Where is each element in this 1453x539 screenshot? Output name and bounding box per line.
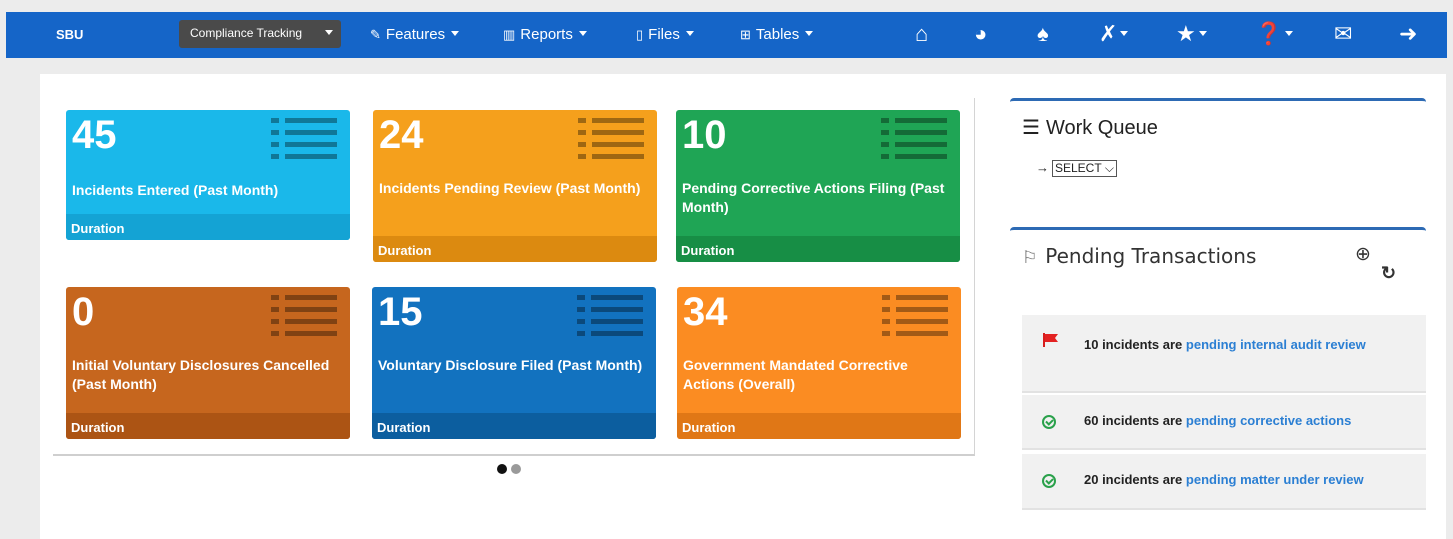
logout-icon[interactable]: ➜	[1399, 20, 1417, 48]
pending-item-matter: 20 incidents are pending matter under re…	[1022, 454, 1426, 510]
chevron-down-icon	[1120, 31, 1129, 36]
carousel-dot-2[interactable]	[511, 464, 521, 474]
tile-footer[interactable]: Duration	[676, 236, 960, 262]
flag-outline-icon: ⚐	[1022, 248, 1038, 268]
nav-reports[interactable]: ▥ Reports	[503, 26, 587, 43]
tile-value: 34	[683, 290, 728, 334]
chevron-down-icon	[451, 31, 460, 36]
chevron-down-icon	[1198, 31, 1207, 36]
tile-value: 45	[72, 113, 117, 157]
table-icon: ⊞	[740, 27, 751, 42]
nav-files-label: Files	[648, 26, 680, 43]
chevron-down-icon	[685, 31, 694, 36]
chevron-down-icon	[805, 31, 814, 36]
pending-item-link[interactable]: pending corrective actions	[1186, 413, 1351, 428]
list-icon	[577, 293, 643, 339]
tile-value: 15	[378, 290, 423, 334]
chevron-down-icon	[578, 31, 587, 36]
bell-icon[interactable]: ♠	[1037, 20, 1049, 48]
tile-label: Government Mandated Corrective Actions (…	[683, 357, 908, 392]
help-icon[interactable]: ❓	[1255, 20, 1294, 48]
pending-item-audit: 10 incidents are pending internal audit …	[1022, 315, 1426, 393]
pending-item-text: 20 incidents are	[1084, 472, 1183, 487]
tile-disclosures-cancelled[interactable]: 0 Initial Voluntary Disclosures Cancelle…	[66, 287, 350, 439]
nav-tables-label: Tables	[755, 26, 800, 43]
work-queue-select-row: → SELECT ⌵	[1036, 160, 1117, 177]
pending-item-link[interactable]: pending internal audit review	[1186, 337, 1366, 352]
list-icon	[882, 293, 948, 339]
tile-value: 24	[379, 113, 424, 157]
tile-footer[interactable]: Duration	[677, 413, 961, 439]
pencil-icon: ✎	[370, 27, 381, 42]
work-queue-title: Work Queue	[1045, 117, 1158, 139]
tile-incidents-pending-review[interactable]: 24 Incidents Pending Review (Past Month)…	[373, 110, 657, 262]
mail-icon[interactable]: ✉	[1334, 20, 1352, 48]
tile-value: 10	[682, 113, 727, 157]
tile-disclosure-filed[interactable]: 15 Voluntary Disclosure Filed (Past Mont…	[372, 287, 656, 439]
check-circle-icon	[1042, 474, 1056, 488]
pending-transactions-panel: ⚐ Pending Transactions ⊕ ↻ 10 incidents a…	[1010, 227, 1426, 527]
pending-transactions-title: Pending Transactions	[1045, 244, 1257, 268]
tile-label: Initial Voluntary Disclosures Cancelled …	[72, 357, 330, 392]
home-icon[interactable]: ⌂	[915, 20, 928, 48]
file-icon: ▯	[636, 27, 644, 42]
tile-footer[interactable]: Duration	[66, 413, 350, 439]
arrow-right-icon: →	[1036, 160, 1049, 175]
tiles-carousel: 45 Incidents Entered (Past Month) Durati…	[53, 98, 975, 456]
tile-government-mandated[interactable]: 34 Government Mandated Corrective Action…	[677, 287, 961, 439]
nav-reports-label: Reports	[520, 26, 573, 43]
dashboard-icon[interactable]: ◕	[974, 20, 987, 48]
carousel-dot-1[interactable]	[497, 464, 507, 474]
list-icon	[271, 116, 337, 162]
tile-footer[interactable]: Duration	[66, 214, 350, 240]
list-icon	[271, 293, 337, 339]
module-dropdown[interactable]: Compliance Tracking	[179, 20, 341, 48]
check-circle-icon	[1042, 415, 1056, 429]
nav-files[interactable]: ▯ Files	[636, 26, 694, 43]
pending-item-link[interactable]: pending matter under review	[1186, 472, 1364, 487]
work-queue-heading: ☰ Work Queue	[1022, 115, 1158, 140]
work-queue-select[interactable]: SELECT ⌵	[1052, 160, 1117, 177]
carousel-indicators	[497, 461, 525, 479]
tile-label: Incidents Pending Review (Past Month)	[379, 180, 641, 196]
chevron-down-icon	[1285, 31, 1294, 36]
work-queue-panel: ☰ Work Queue → SELECT ⌵	[1010, 98, 1426, 232]
work-queue-select-value: SELECT	[1055, 161, 1102, 175]
top-navbar: SBU Compliance Tracking ✎ Features ▥ Repor…	[6, 12, 1447, 58]
tile-footer[interactable]: Duration	[373, 236, 657, 262]
pending-transactions-heading: ⚐ Pending Transactions	[1022, 244, 1256, 268]
nav-tables[interactable]: ⊞ Tables	[740, 26, 814, 43]
refresh-icon[interactable]: ↻	[1381, 263, 1396, 284]
list-icon	[578, 116, 644, 162]
chevron-down-icon: ⌵	[1104, 161, 1114, 175]
tile-label: Voluntary Disclosure Filed (Past Month)	[378, 357, 643, 373]
tile-pending-corrective-actions[interactable]: 10 Pending Corrective Actions Filing (Pa…	[676, 110, 960, 262]
tile-value: 0	[72, 290, 95, 334]
tile-incidents-entered[interactable]: 45 Incidents Entered (Past Month) Durati…	[66, 110, 350, 240]
pending-item-corrective: 60 incidents are pending corrective acti…	[1022, 395, 1426, 450]
pending-item-text: 10 incidents are	[1084, 337, 1183, 352]
chevron-down-icon	[325, 30, 333, 35]
bar-chart-icon: ▥	[503, 27, 516, 42]
star-icon[interactable]: ★	[1176, 20, 1207, 48]
list-icon	[881, 116, 947, 162]
tile-footer[interactable]: Duration	[372, 413, 656, 439]
pending-item-text: 60 incidents are	[1084, 413, 1183, 428]
brand-label[interactable]: SBU	[56, 27, 83, 42]
module-dropdown-label: Compliance Tracking	[190, 26, 303, 40]
tile-label: Incidents Entered (Past Month)	[72, 182, 279, 198]
list-icon: ☰	[1022, 117, 1040, 139]
nav-features-label: Features	[385, 26, 446, 43]
tile-label: Pending Corrective Actions Filing (Past …	[682, 180, 945, 215]
zoom-in-icon[interactable]: ⊕	[1355, 243, 1371, 266]
wrench-icon[interactable]: ✗	[1099, 20, 1129, 48]
main-content: 45 Incidents Entered (Past Month) Durati…	[40, 74, 1446, 539]
nav-features[interactable]: ✎ Features	[370, 26, 460, 43]
